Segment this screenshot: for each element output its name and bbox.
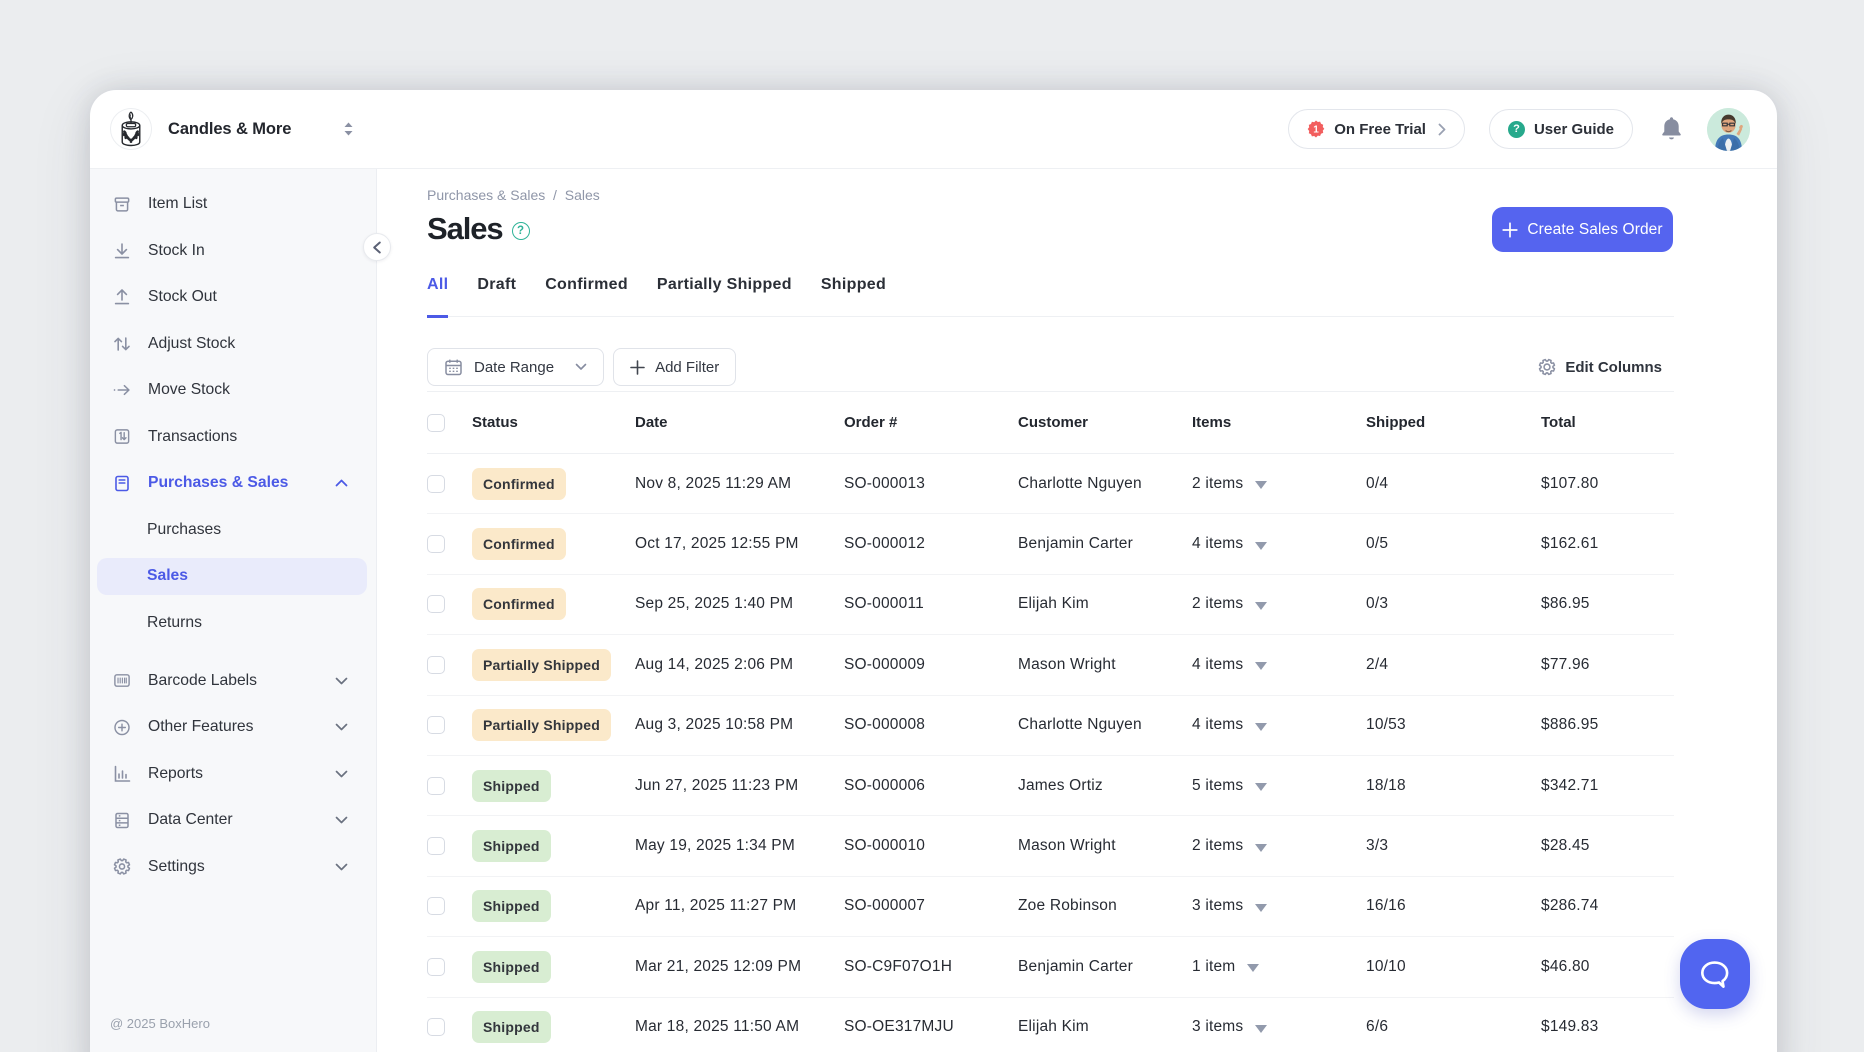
svg-text:1: 1 (1313, 125, 1319, 136)
